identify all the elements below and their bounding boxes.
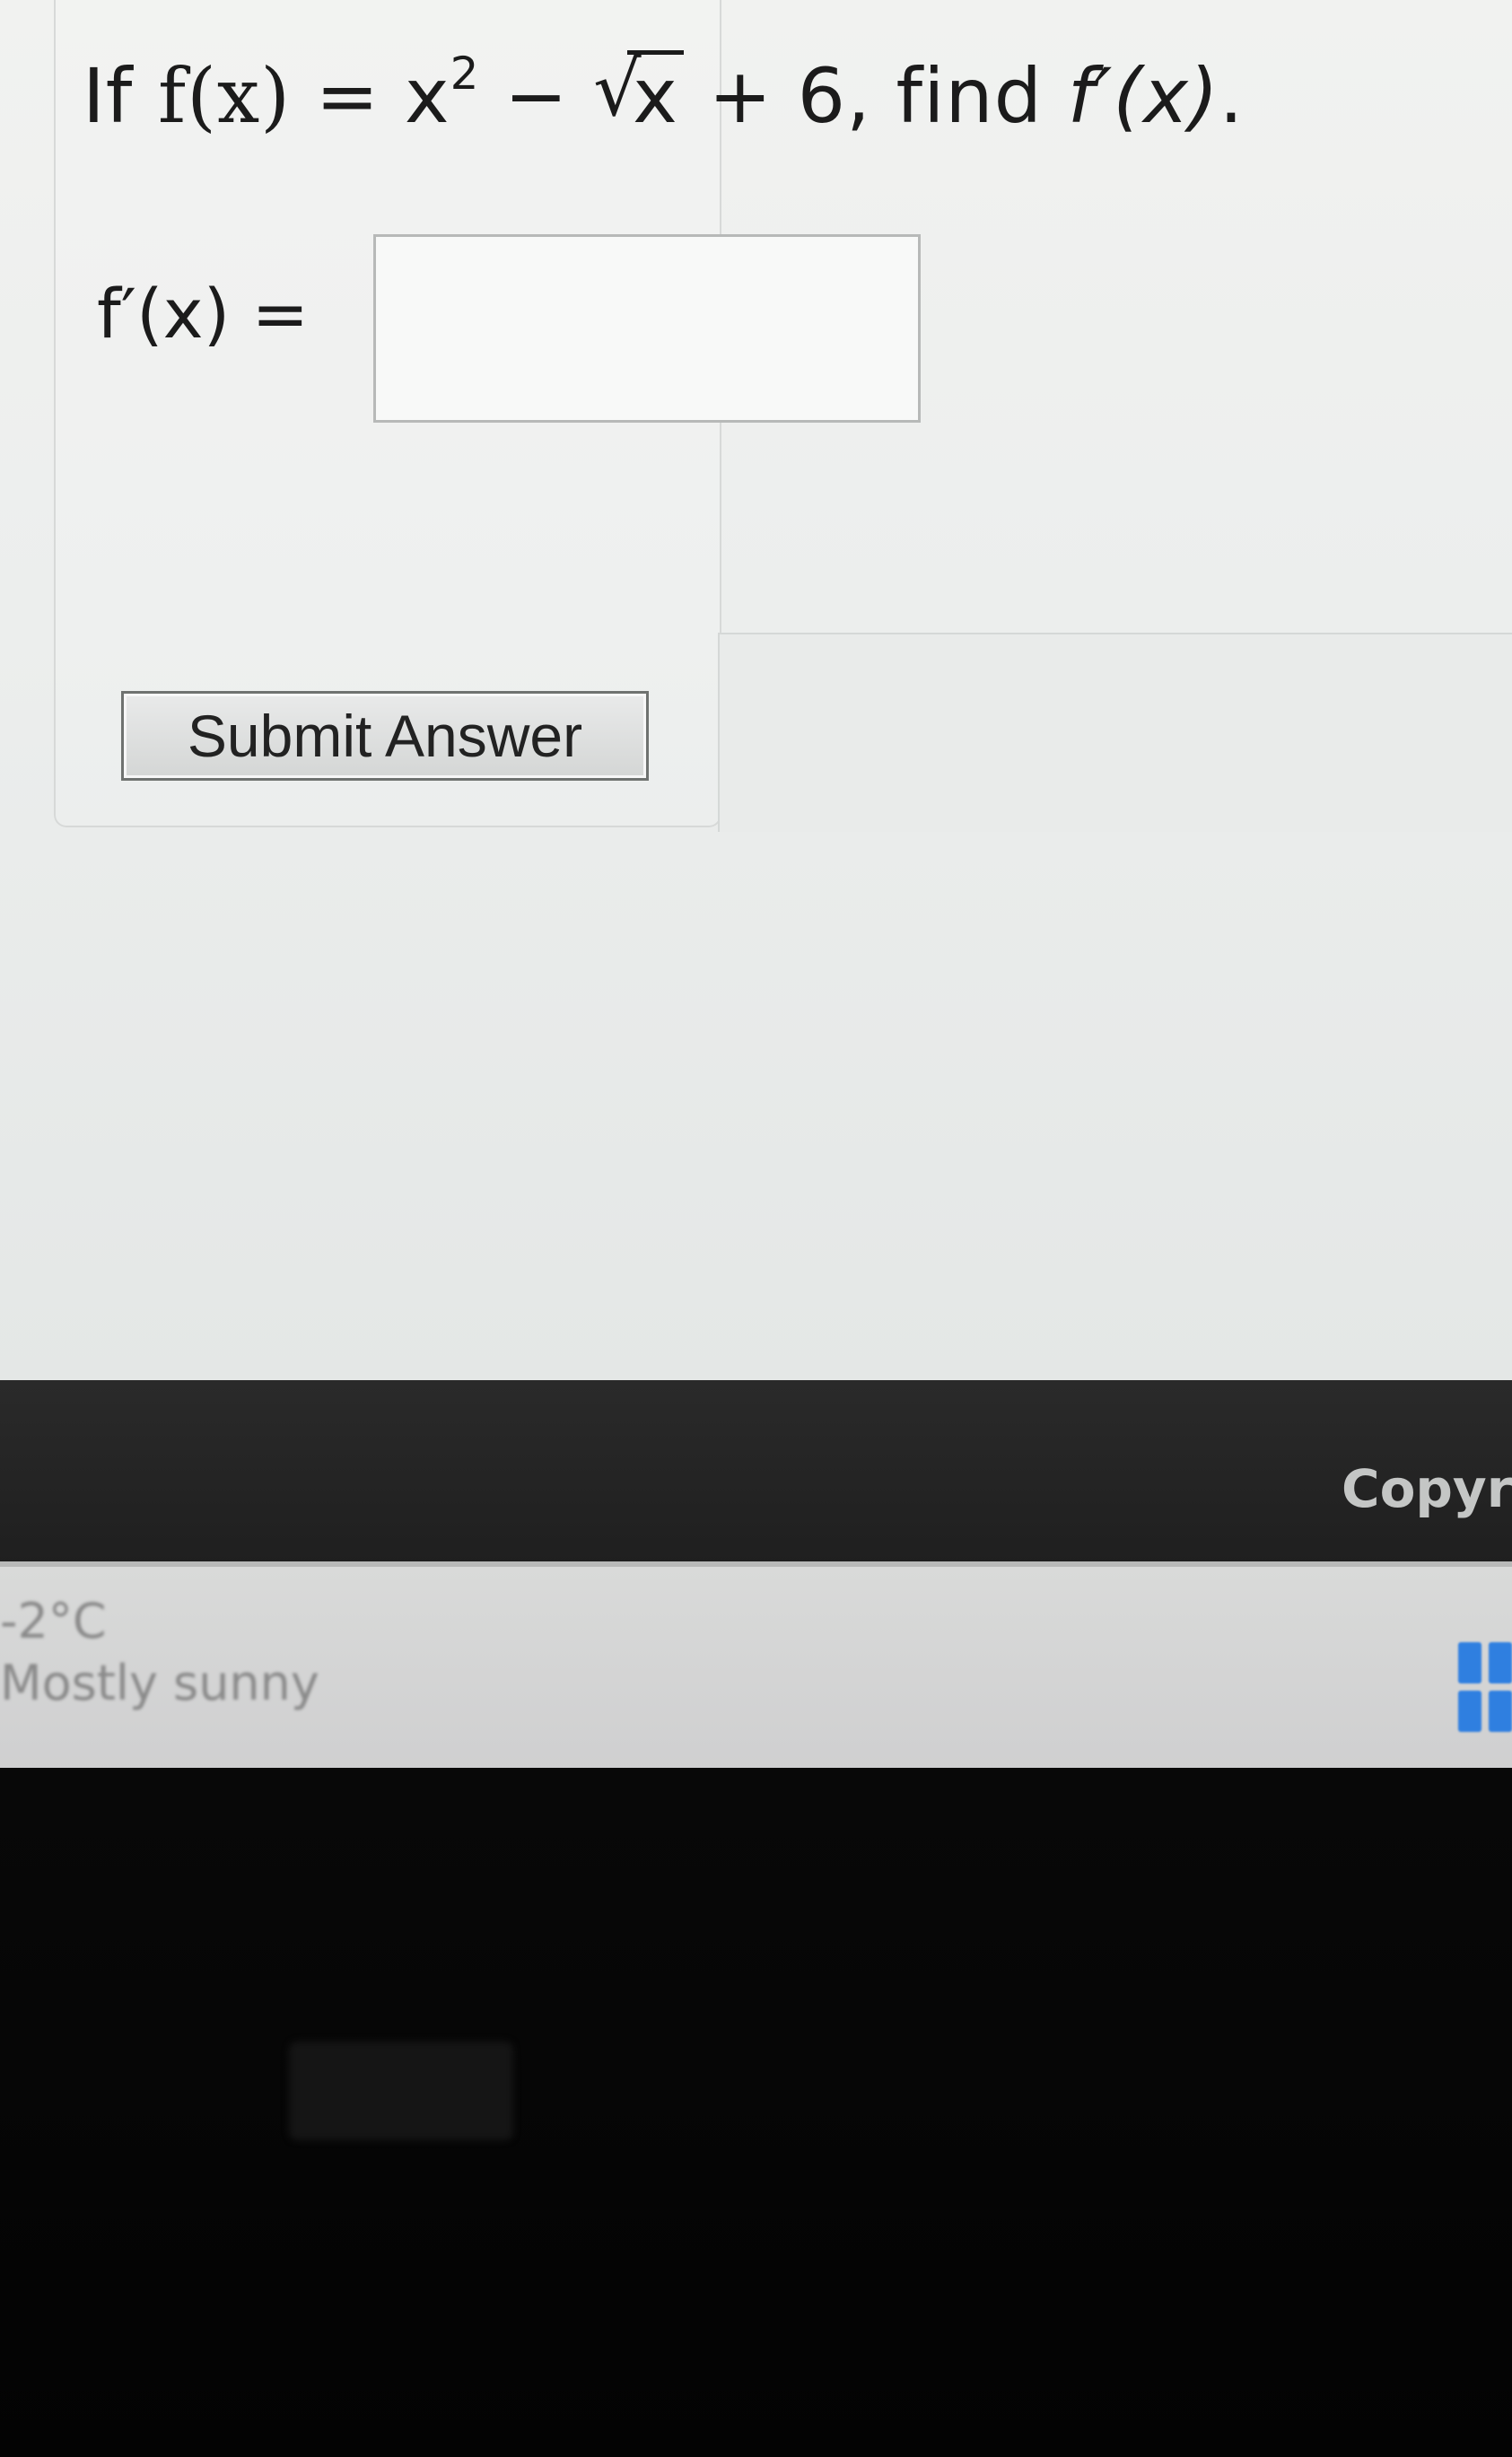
weather-widget[interactable]: -2°C Mostly sunny — [0, 1593, 319, 1711]
question-prefix: If — [83, 52, 159, 140]
bezel-reflection — [289, 2042, 513, 2140]
laptop-bezel — [0, 1768, 1512, 2457]
square-root: √ x — [593, 43, 684, 140]
start-icon-tile — [1458, 1642, 1481, 1683]
question-text: If f(x) = x2 − √ x + 6, find f′(x). — [83, 43, 1244, 140]
question-equals: = x — [291, 52, 450, 140]
page-footer — [0, 1380, 1512, 1564]
answer-input[interactable] — [373, 234, 921, 423]
windows-start-icon[interactable] — [1458, 1642, 1512, 1732]
question-target: f′(x) — [1067, 52, 1219, 140]
copyright-text: Copyri — [1342, 1458, 1512, 1519]
browser-page: If f(x) = x2 − √ x + 6, find f′(x). f′(x)… — [0, 0, 1512, 1386]
question-exponent: 2 — [450, 48, 480, 100]
question-end: . — [1219, 52, 1245, 140]
submit-answer-button[interactable]: Submit Answer — [121, 691, 649, 781]
question-rest: + 6, find — [683, 52, 1068, 140]
question-function: f(x) — [158, 52, 292, 140]
side-panel — [718, 633, 1512, 832]
radical-sign: √ — [593, 45, 642, 133]
weather-temperature: -2°C — [0, 1593, 107, 1649]
start-icon-tile — [1458, 1691, 1481, 1732]
start-icon-tile — [1489, 1691, 1512, 1732]
weather-condition: Mostly sunny — [0, 1655, 319, 1711]
question-minus: − — [479, 52, 594, 140]
answer-label: f′(x) = — [97, 274, 310, 354]
start-icon-tile — [1489, 1642, 1512, 1683]
